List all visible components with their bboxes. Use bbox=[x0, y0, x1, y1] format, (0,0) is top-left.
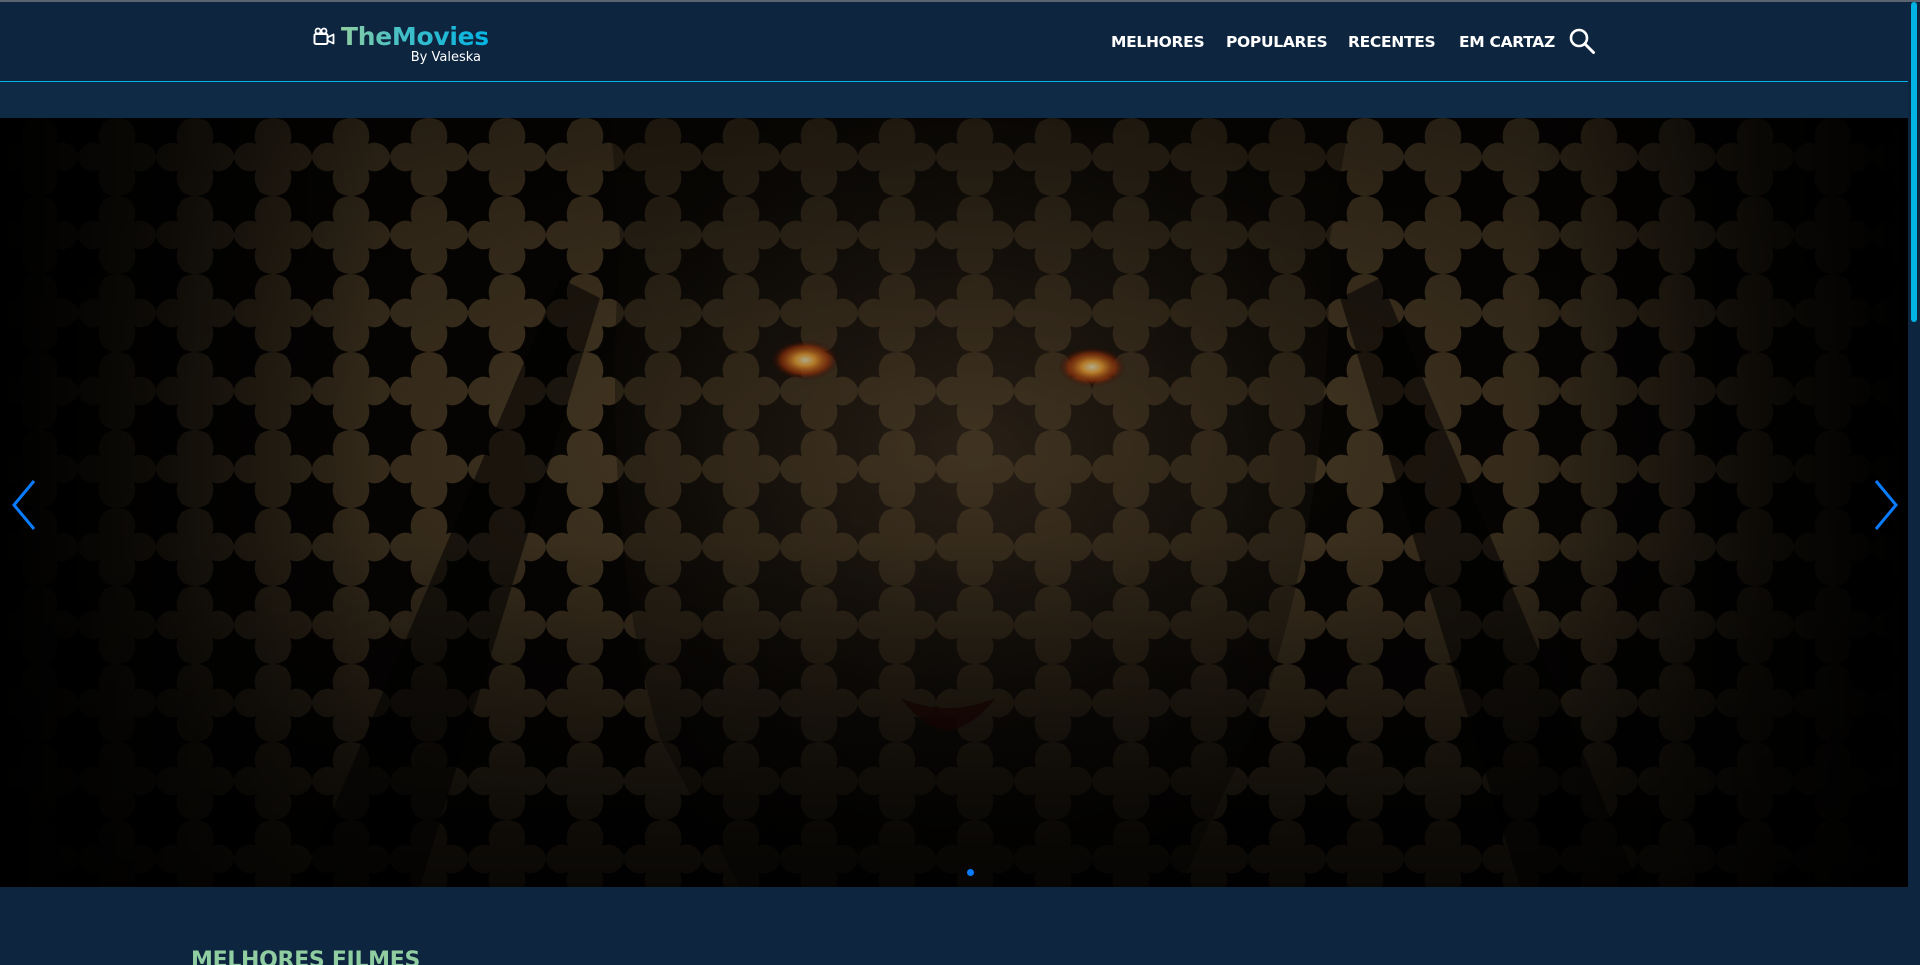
chevron-right-icon[interactable] bbox=[1870, 475, 1902, 535]
scrollbar-thumb[interactable] bbox=[1911, 2, 1917, 322]
carousel-dot-active[interactable] bbox=[967, 869, 974, 876]
nav-item-em-cartaz[interactable]: EM CARTAZ bbox=[1459, 33, 1555, 51]
nav-item-populares[interactable]: POPULARES bbox=[1226, 33, 1328, 51]
hero-slide-image[interactable] bbox=[0, 118, 1908, 887]
chevron-left-icon[interactable] bbox=[8, 475, 40, 535]
site-header: TheMovies By Valeska MELHORES POPULARES … bbox=[0, 2, 1908, 82]
nav-item-recentes[interactable]: RECENTES bbox=[1348, 33, 1436, 51]
main-nav: MELHORES POPULARES RECENTES EM CARTAZ bbox=[0, 33, 1908, 57]
header-subbar bbox=[0, 82, 1908, 118]
search-icon[interactable] bbox=[1568, 27, 1596, 55]
section-title: MELHORES FILMES bbox=[191, 948, 421, 965]
carousel-pagination bbox=[967, 869, 975, 877]
page: TheMovies By Valeska MELHORES POPULARES … bbox=[0, 0, 1920, 965]
nav-item-melhores[interactable]: MELHORES bbox=[1111, 33, 1205, 51]
scrollbar[interactable] bbox=[1908, 2, 1920, 965]
hero-carousel bbox=[0, 118, 1908, 887]
